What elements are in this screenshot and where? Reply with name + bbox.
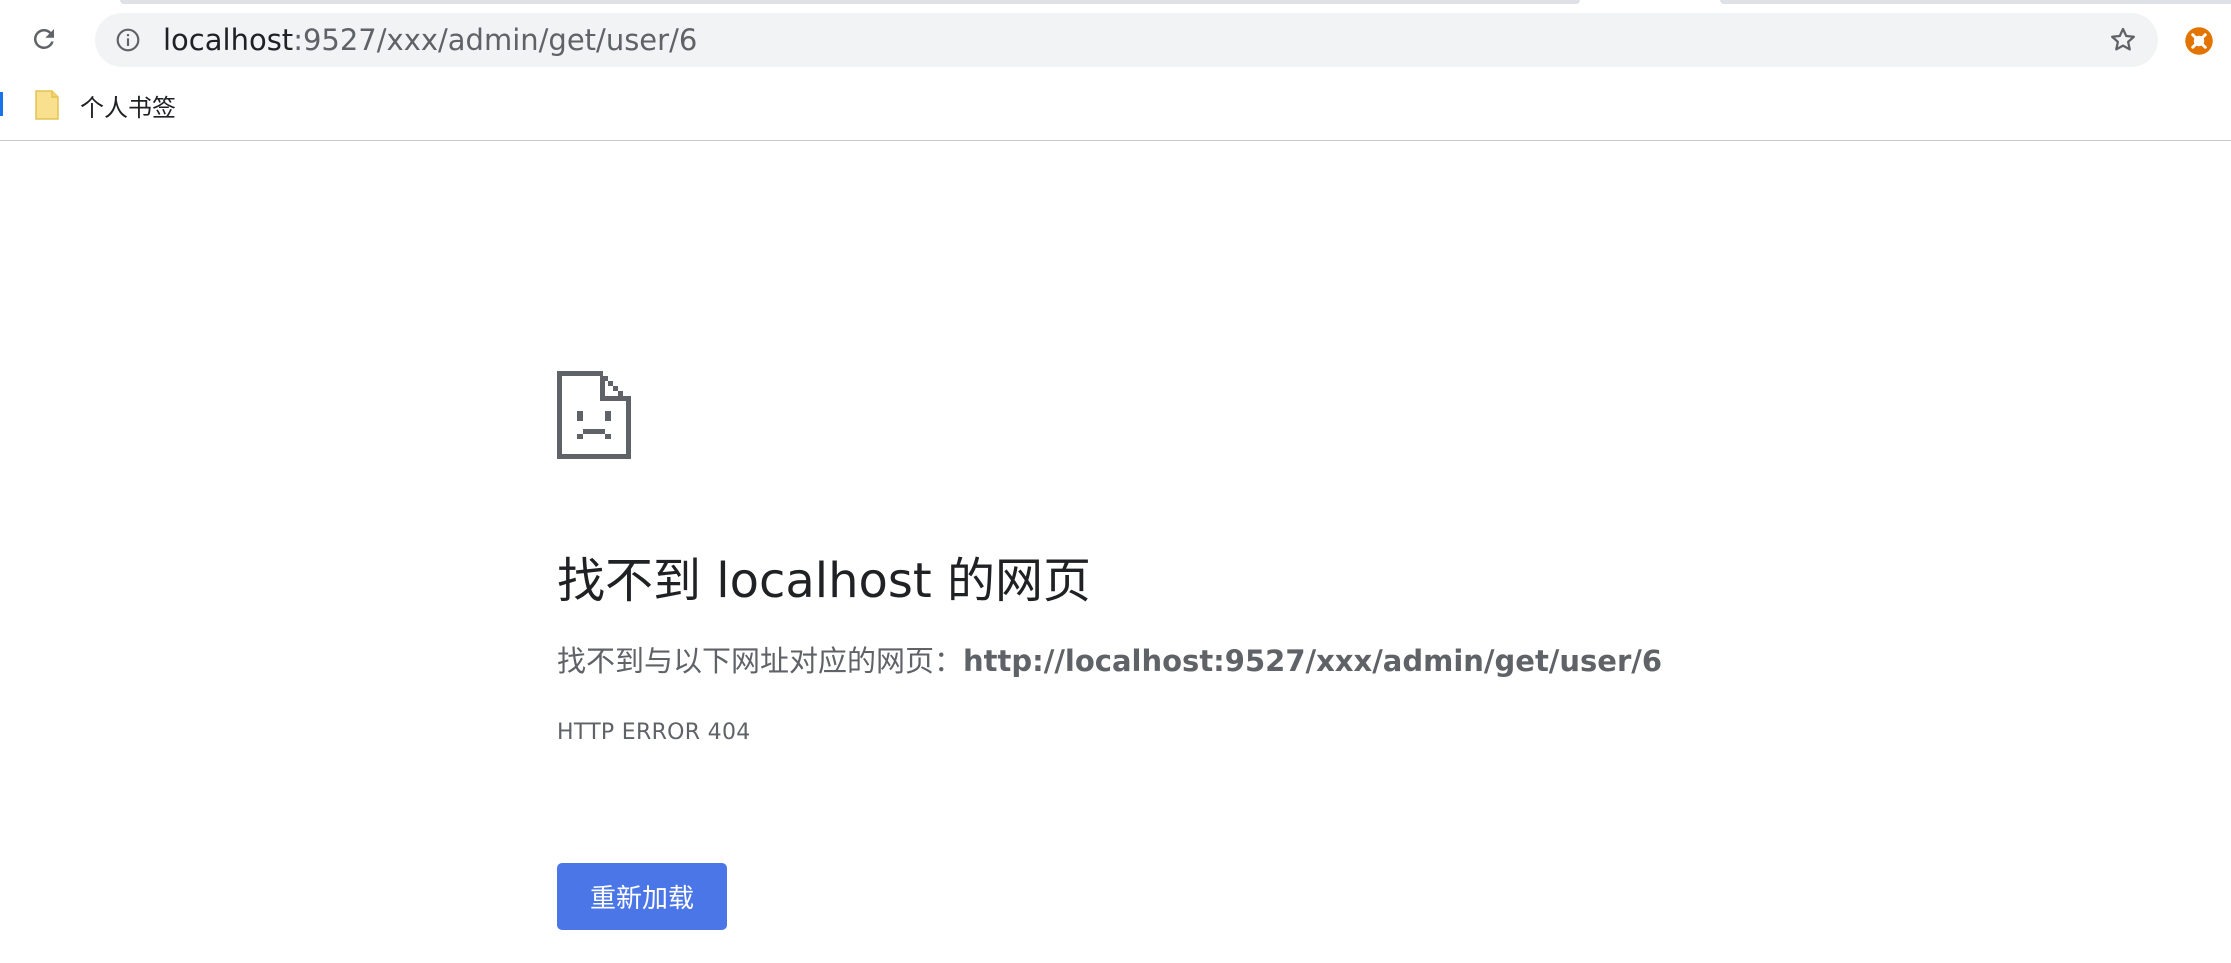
bookmark-label: 个人书签 — [80, 93, 176, 122]
browser-toolbar: localhost:9527/xxx/admin/get/user/6 — [0, 8, 2231, 70]
tab-strip — [0, 0, 2231, 8]
star-icon[interactable] — [2108, 25, 2138, 55]
error-page: 找不到 localhost 的网页 找不到与以下网址对应的网页：http://l… — [0, 141, 2231, 963]
error-url: http://localhost:9527/xxx/admin/get/user… — [963, 644, 1663, 678]
url-text[interactable]: localhost:9527/xxx/admin/get/user/6 — [163, 13, 697, 67]
bookmark-folder[interactable]: 个人书签 — [34, 85, 176, 125]
reload-button[interactable] — [25, 20, 63, 58]
address-bar[interactable]: localhost:9527/xxx/admin/get/user/6 — [95, 13, 2158, 67]
folder-icon — [35, 90, 59, 120]
sad-page-icon — [557, 371, 631, 459]
error-description-prefix: 找不到与以下网址对应的网页： — [557, 644, 964, 678]
url-path: :9527/xxx/admin/get/user/6 — [293, 23, 698, 57]
error-code: HTTP ERROR 404 — [557, 720, 751, 745]
bookmarks-bar: 个人书签 — [0, 70, 2231, 141]
url-host: localhost — [163, 23, 294, 57]
tab-edge[interactable] — [120, 0, 1580, 4]
info-icon[interactable] — [115, 27, 141, 53]
extension-icon[interactable] — [2184, 26, 2214, 56]
tab-edge[interactable] — [1720, 0, 2231, 4]
error-description: 找不到与以下网址对应的网页：http://localhost:9527/xxx/… — [557, 641, 1662, 681]
bookmarks-bar-edge — [0, 92, 3, 116]
error-heading: 找不到 localhost 的网页 — [557, 553, 1091, 609]
reload-page-button[interactable]: 重新加载 — [557, 863, 727, 930]
reload-icon — [33, 28, 54, 49]
